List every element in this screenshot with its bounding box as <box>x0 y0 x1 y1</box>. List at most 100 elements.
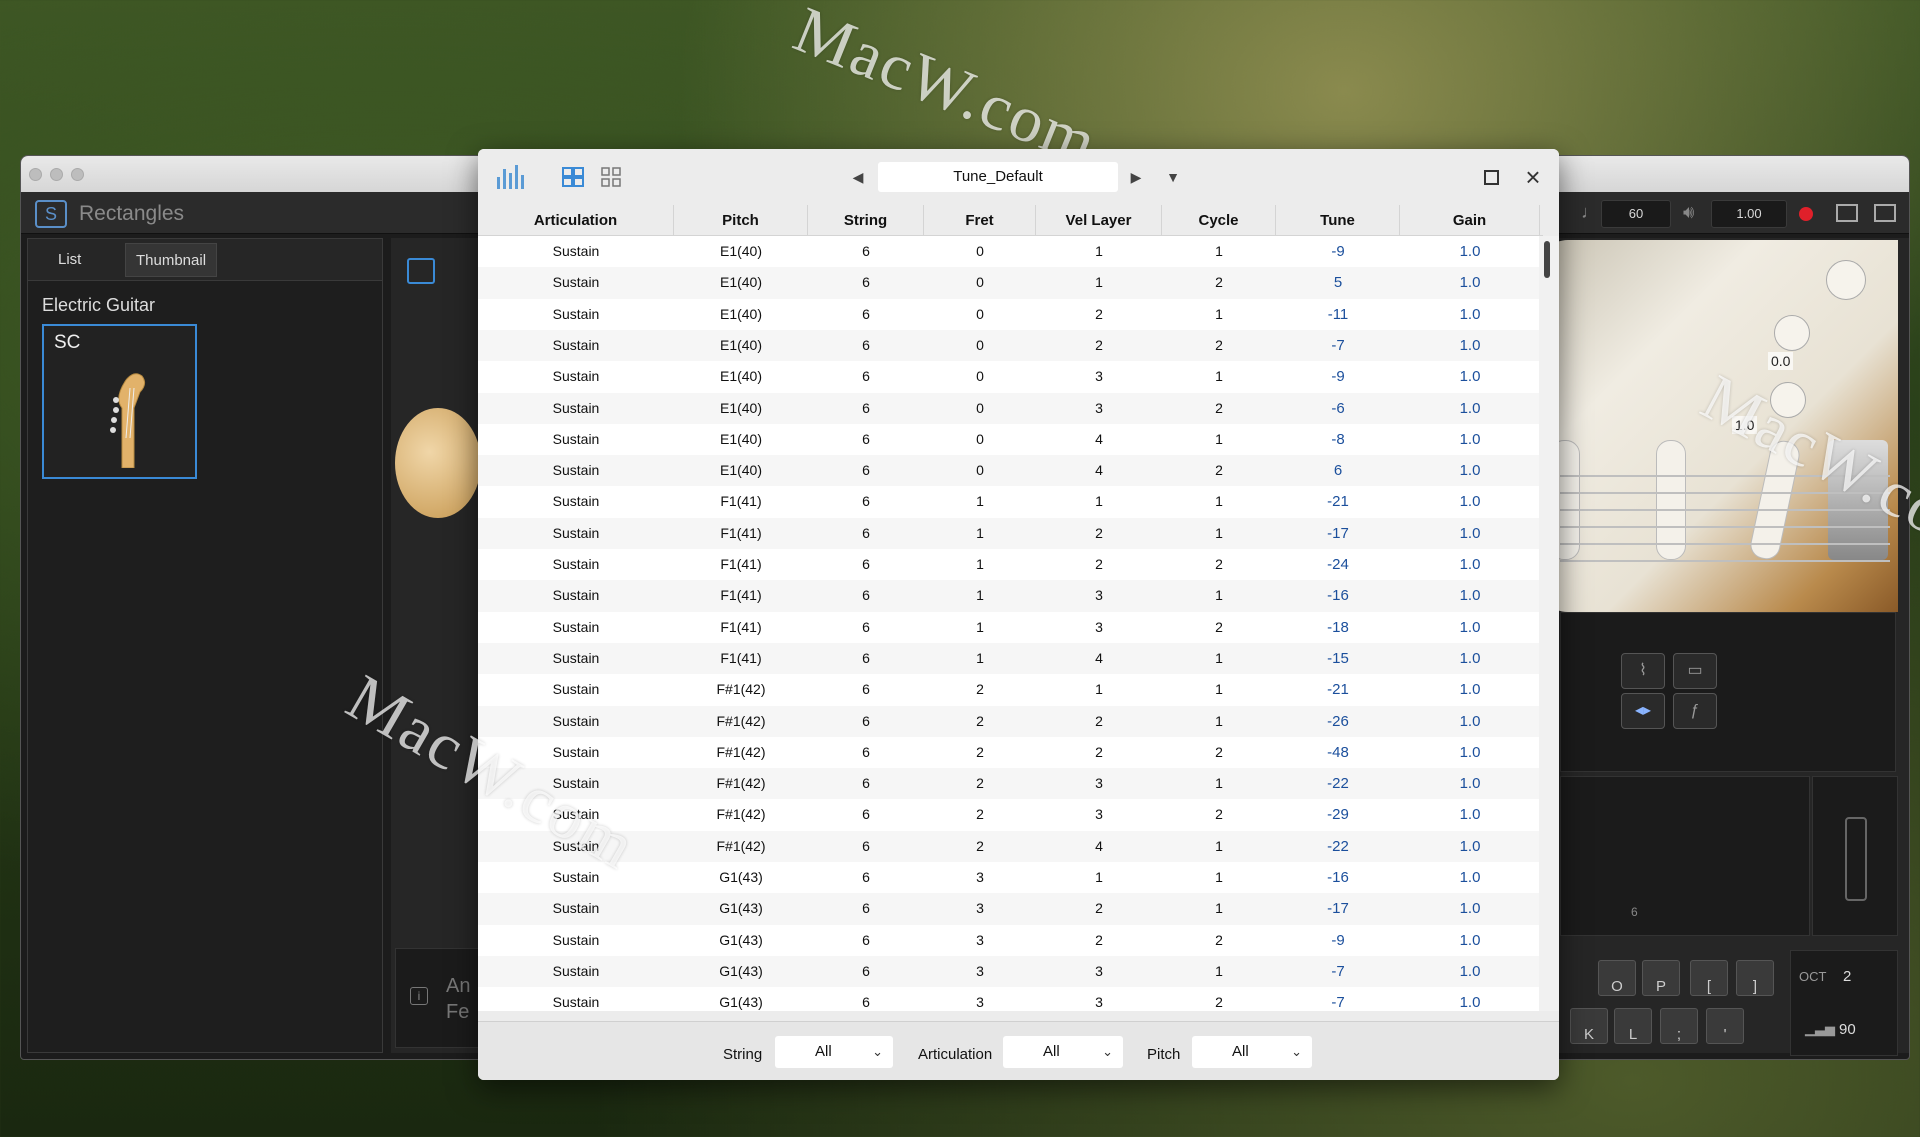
record-button[interactable] <box>1799 207 1813 221</box>
cell-gain[interactable]: 1.0 <box>1400 549 1539 580</box>
cell-gain[interactable]: 1.0 <box>1400 987 1539 1011</box>
octave-value[interactable]: 2 <box>1843 968 1851 985</box>
cell-gain[interactable]: 1.0 <box>1400 862 1539 893</box>
cell-gain[interactable]: 1.0 <box>1400 330 1539 361</box>
cell-gain[interactable]: 1.0 <box>1400 831 1539 862</box>
cell-gain[interactable]: 1.0 <box>1400 267 1539 298</box>
cell-gain[interactable]: 1.0 <box>1400 299 1539 330</box>
table-row[interactable]: Sustain E1(40) 6 0 2 1 -11 1.0 <box>478 299 1539 330</box>
cell-tune[interactable]: -22 <box>1276 831 1400 862</box>
cell-tune[interactable]: -9 <box>1276 361 1400 392</box>
tone-knob[interactable] <box>1774 315 1810 351</box>
table-row[interactable]: Sustain E1(40) 6 0 1 2 5 1.0 <box>478 267 1539 299</box>
close-icon[interactable]: × <box>1521 163 1545 191</box>
table-row[interactable]: Sustain F#1(42) 6 2 2 2 -48 1.0 <box>478 737 1539 768</box>
table-row[interactable]: Sustain E1(40) 6 0 4 1 -8 1.0 <box>478 424 1539 455</box>
cell-tune[interactable]: -8 <box>1276 424 1400 455</box>
cell-tune[interactable]: -16 <box>1276 580 1400 611</box>
table-row[interactable]: Sustain E1(40) 6 0 1 1 -9 1.0 <box>478 236 1539 267</box>
tempo-field[interactable]: 60 <box>1601 200 1671 228</box>
tab-list[interactable]: List <box>48 243 91 277</box>
cell-gain[interactable]: 1.0 <box>1400 361 1539 392</box>
maximize-icon[interactable] <box>1484 170 1499 185</box>
dropdown-icon[interactable]: ▼ <box>1164 167 1182 187</box>
table-row[interactable]: Sustain E1(40) 6 0 3 2 -6 1.0 <box>478 392 1539 424</box>
cell-tune[interactable]: 5 <box>1276 267 1400 298</box>
cell-tune[interactable]: -29 <box>1276 799 1400 830</box>
column-vel-layer[interactable]: Vel Layer <box>1036 205 1162 236</box>
table-row[interactable]: Sustain F#1(42) 6 2 4 1 -22 1.0 <box>478 830 1539 862</box>
key-semicolon[interactable]: ; <box>1660 1008 1698 1044</box>
cell-tune[interactable]: -7 <box>1276 987 1400 1011</box>
table-row[interactable]: Sustain F#1(42) 6 2 2 1 -26 1.0 <box>478 705 1539 737</box>
cell-tune[interactable]: -15 <box>1276 643 1400 674</box>
cell-tune[interactable]: -22 <box>1276 768 1400 799</box>
cell-gain[interactable]: 1.0 <box>1400 737 1539 768</box>
table-row[interactable]: Sustain E1(40) 6 0 2 2 -7 1.0 <box>478 329 1539 362</box>
info-icon[interactable]: i <box>410 987 428 1005</box>
volume-field[interactable]: 1.00 <box>1711 200 1787 228</box>
table-row[interactable]: Sustain F1(41) 6 1 3 1 -16 1.0 <box>478 580 1539 612</box>
cell-tune[interactable]: -11 <box>1276 299 1400 330</box>
next-arrow-icon[interactable]: ▶ <box>1128 167 1144 187</box>
cell-tune[interactable]: -21 <box>1276 674 1400 705</box>
column-tune[interactable]: Tune <box>1276 205 1400 236</box>
dynamics-button[interactable]: ƒ <box>1673 693 1717 729</box>
scrollbar-thumb[interactable] <box>1544 241 1550 278</box>
volume-knob[interactable] <box>1826 260 1866 300</box>
table-row[interactable]: Sustain F#1(42) 6 2 1 1 -21 1.0 <box>478 674 1539 705</box>
equalizer-icon[interactable] <box>496 163 526 189</box>
column-string[interactable]: String <box>808 205 924 236</box>
cell-gain[interactable]: 1.0 <box>1400 455 1539 486</box>
volume-icon[interactable]: 🔊︎ <box>1683 202 1694 223</box>
panel-toggle-icon[interactable] <box>1836 204 1858 222</box>
cell-gain[interactable]: 1.0 <box>1400 674 1539 705</box>
cell-gain[interactable]: 1.0 <box>1400 956 1539 987</box>
table-row[interactable]: Sustain G1(43) 6 3 2 1 -17 1.0 <box>478 893 1539 925</box>
pitch-wheel[interactable] <box>1845 817 1867 901</box>
cell-gain[interactable]: 1.0 <box>1400 518 1539 549</box>
table-row[interactable]: Sustain G1(43) 6 3 1 1 -16 1.0 <box>478 862 1539 893</box>
cell-tune[interactable]: -26 <box>1276 706 1400 737</box>
cell-tune[interactable]: -16 <box>1276 862 1400 893</box>
key-p[interactable]: P <box>1642 960 1680 996</box>
preset-name-field[interactable]: Tune_Default <box>878 162 1118 192</box>
minimize-panel-icon[interactable] <box>1874 204 1896 222</box>
cell-tune[interactable]: 6 <box>1276 455 1400 486</box>
cell-tune[interactable]: -17 <box>1276 518 1400 549</box>
filter-pitch-select[interactable]: All ⌄ <box>1192 1036 1312 1068</box>
cell-gain[interactable]: 1.0 <box>1400 768 1539 799</box>
key-l[interactable]: L <box>1614 1008 1652 1044</box>
preset-thumbnail-sc[interactable]: SC <box>42 324 197 479</box>
table-row[interactable]: Sustain F#1(42) 6 2 3 1 -22 1.0 <box>478 768 1539 800</box>
table-row[interactable]: Sustain G1(43) 6 3 3 2 -7 1.0 <box>478 987 1539 1011</box>
metronome-icon[interactable]: ♩ <box>1581 202 1599 223</box>
column-fret[interactable]: Fret <box>924 205 1036 236</box>
cell-tune[interactable]: -17 <box>1276 893 1400 924</box>
velocity-value[interactable]: 90 <box>1839 1021 1856 1038</box>
chord-mode-button[interactable]: ▭ <box>1673 653 1717 689</box>
cell-gain[interactable]: 1.0 <box>1400 799 1539 830</box>
table-row[interactable]: Sustain F#1(42) 6 2 3 2 -29 1.0 <box>478 799 1539 830</box>
key-o[interactable]: O <box>1598 960 1636 996</box>
table-row[interactable]: Sustain E1(40) 6 0 3 1 -9 1.0 <box>478 361 1539 392</box>
filter-string-select[interactable]: All ⌄ <box>775 1036 893 1068</box>
cell-gain[interactable]: 1.0 <box>1400 393 1539 424</box>
key-right-bracket[interactable]: ] <box>1736 960 1774 996</box>
cell-gain[interactable]: 1.0 <box>1400 643 1539 674</box>
table-row[interactable]: Sustain G1(43) 6 3 3 1 -7 1.0 <box>478 955 1539 988</box>
table-row[interactable]: Sustain E1(40) 6 0 4 2 6 1.0 <box>478 455 1539 487</box>
table-row[interactable]: Sustain F1(41) 6 1 3 2 -18 1.0 <box>478 612 1539 643</box>
grid-view-icon[interactable] <box>562 167 584 187</box>
cell-tune[interactable]: -7 <box>1276 330 1400 361</box>
cell-tune[interactable]: -6 <box>1276 393 1400 424</box>
cell-tune[interactable]: -24 <box>1276 549 1400 580</box>
key-left-bracket[interactable]: [ <box>1690 960 1728 996</box>
column-articulation[interactable]: Articulation <box>478 205 674 236</box>
tone-knob-2[interactable] <box>1770 382 1806 418</box>
cell-gain[interactable]: 1.0 <box>1400 236 1539 267</box>
table-row[interactable]: Sustain F1(41) 6 1 2 2 -24 1.0 <box>478 549 1539 580</box>
window-zoom-light[interactable] <box>71 167 84 181</box>
window-close-light[interactable] <box>29 167 42 181</box>
table-row[interactable]: Sustain G1(43) 6 3 2 2 -9 1.0 <box>478 925 1539 956</box>
